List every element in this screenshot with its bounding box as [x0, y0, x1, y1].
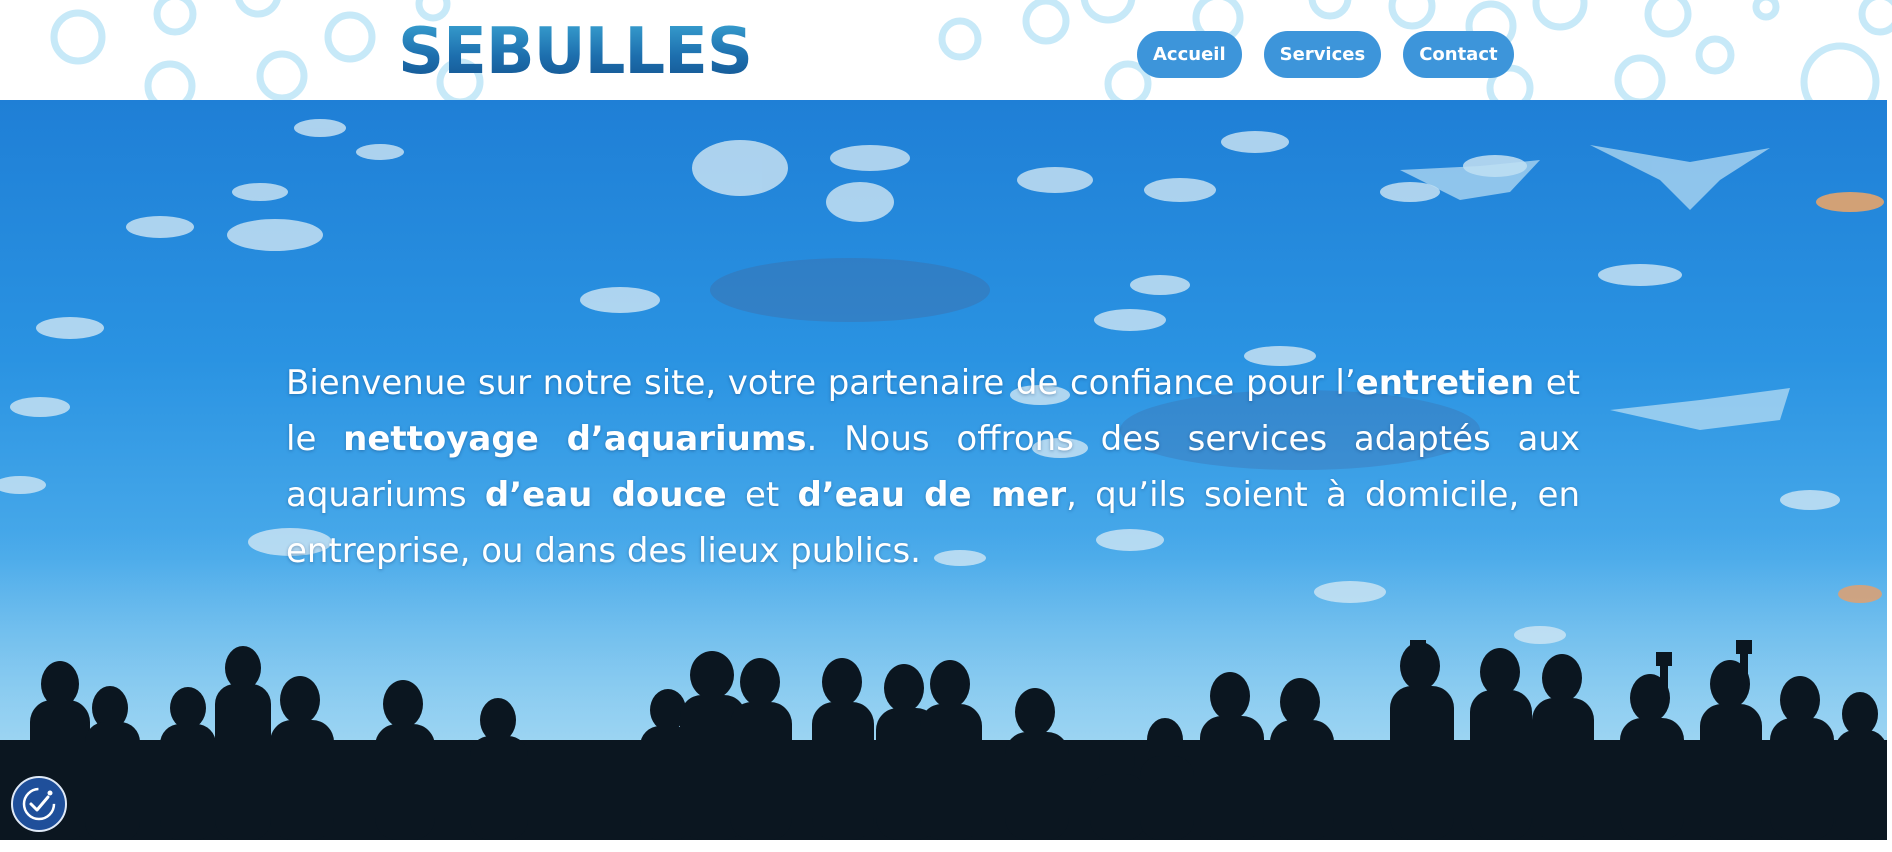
accessibility-button[interactable]: [11, 776, 67, 832]
hero-text-bold-nettoyage: nettoyage d’aquariums: [343, 419, 807, 459]
nav-accueil-button[interactable]: Accueil: [1137, 31, 1242, 78]
main-nav: Accueil Services Contact: [1137, 31, 1514, 78]
hero-text-bold-eau-de-mer: d’eau de mer: [797, 475, 1067, 515]
nav-contact-button[interactable]: Contact: [1403, 31, 1514, 78]
hero-text-segment: et: [726, 475, 798, 515]
site-logo[interactable]: SEBULLES: [398, 14, 753, 90]
nav-services-button[interactable]: Services: [1263, 31, 1382, 78]
hero-section: Bienvenue sur notre site, votre partenai…: [0, 100, 1887, 840]
hero-intro-text: Bienvenue sur notre site, votre partenai…: [286, 355, 1580, 579]
hero-text-segment: Bienvenue sur notre site, votre partenai…: [286, 363, 1356, 403]
accessibility-icon: [22, 787, 56, 821]
hero-text-bold-entretien: entretien: [1355, 363, 1535, 403]
site-header: SEBULLES Accueil Services Contact: [0, 0, 1892, 100]
bubble-pattern: [50, 0, 1892, 100]
hero-text-bold-eau-douce: d’eau douce: [484, 475, 727, 515]
